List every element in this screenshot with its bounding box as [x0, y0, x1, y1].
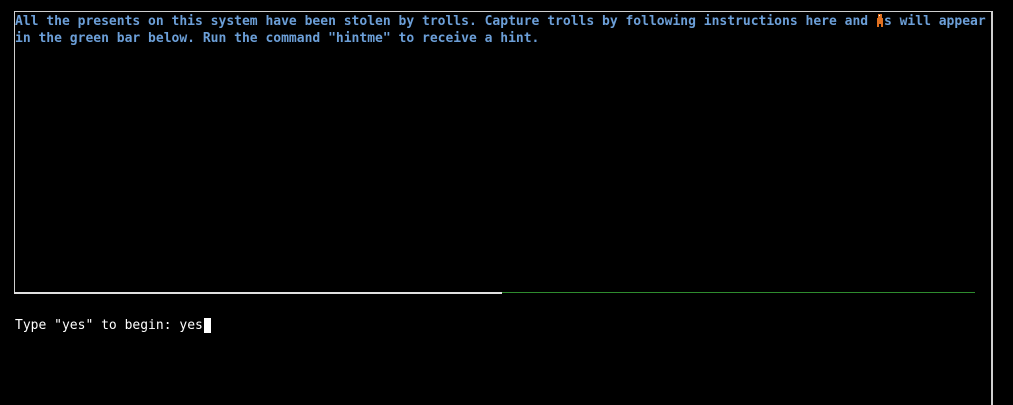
text-cursor: [203, 318, 211, 333]
troll-bar-track: [14, 292, 502, 294]
frame-left-border: [14, 11, 15, 294]
troll-bar-green: [502, 292, 975, 293]
prompt-label: Type "yes" to begin:: [15, 318, 180, 333]
terminal-window[interactable]: All the presents on this system have bee…: [0, 0, 1013, 405]
instructions-text: All the presents on this system have bee…: [15, 13, 987, 47]
frame-right-border: [991, 11, 993, 405]
prompt-input[interactable]: yes: [179, 317, 202, 334]
troll-capture-bar: [14, 292, 975, 294]
command-prompt[interactable]: Type "yes" to begin: yes: [15, 317, 211, 334]
frame-top-border: [14, 11, 992, 12]
troll-icon: [876, 13, 884, 28]
instructions-text-start: All the presents on this system have bee…: [15, 14, 876, 29]
